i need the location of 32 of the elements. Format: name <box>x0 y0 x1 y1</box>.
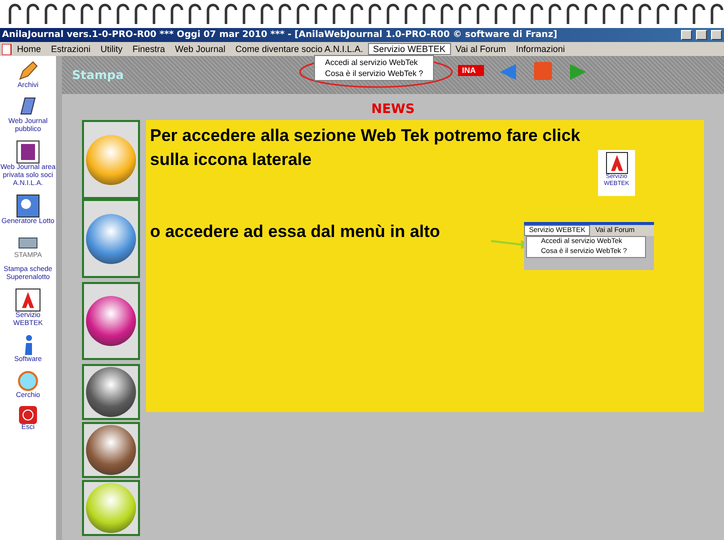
section-title: Stampa <box>72 68 124 82</box>
close-icon[interactable] <box>711 30 722 40</box>
maximize-icon[interactable] <box>696 30 707 40</box>
webtek-logo-icon[interactable] <box>15 288 41 312</box>
minimize-icon[interactable] <box>681 30 692 40</box>
pencil-icon[interactable] <box>17 60 39 82</box>
menu-item[interactable]: Home <box>12 43 46 55</box>
menu-item[interactable]: Finestra <box>128 43 170 55</box>
menu-item[interactable]: Web Journal <box>170 43 230 55</box>
menu-item[interactable]: Informazioni <box>510 43 570 55</box>
news-text: Per accedere alla sezione Web Tek potremo fare click sulla iccona laterale <box>150 125 582 171</box>
book-icon[interactable] <box>16 140 40 164</box>
window-title: AnilaJournal vers.1-0-PRO-R00 *** Oggi 07 mar 2010 *** - [AnilaWebJournal 1.0-PRO-R00 © software di Franz] <box>2 30 558 40</box>
menu-option[interactable]: Cosa è il servizio WebTek ? <box>325 68 424 79</box>
news-text: o accedere ad essa dal menù in alto <box>150 221 440 243</box>
orb-button[interactable] <box>82 422 140 478</box>
exit-icon[interactable] <box>19 406 37 424</box>
menu-item[interactable]: Come diventare socio A.N.I.L.A. <box>230 43 368 55</box>
menu-item[interactable]: Estrazioni <box>46 43 96 55</box>
menu-item[interactable]: Utility <box>96 43 128 55</box>
news-heading: NEWS <box>371 102 415 117</box>
menu-item[interactable]: Servizio WEBTEK <box>368 43 450 55</box>
orb-button[interactable] <box>82 120 140 199</box>
orb-button[interactable] <box>82 364 140 420</box>
orb-button[interactable] <box>82 282 140 360</box>
tag-label: INA <box>458 65 484 76</box>
circle-icon[interactable] <box>17 370 39 392</box>
orb-button[interactable] <box>82 480 140 536</box>
menu-option[interactable]: Accedi al servizio WebTek <box>325 57 424 68</box>
orb-button[interactable] <box>82 199 140 278</box>
generator-icon[interactable] <box>16 194 40 218</box>
menu-item[interactable]: Vai al Forum <box>450 43 511 55</box>
